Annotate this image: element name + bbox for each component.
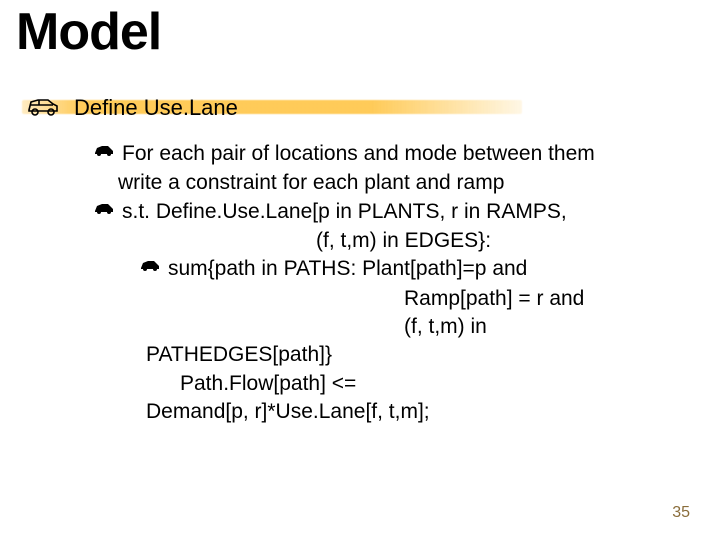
car-solid-icon: [94, 202, 114, 221]
body-text: (f, t,m) in EDGES}:: [94, 227, 694, 255]
body-text: PATHEDGES[path]}: [94, 341, 694, 369]
car-solid-icon: [140, 259, 160, 278]
body-text: (f, t,m) in: [94, 313, 694, 341]
page-number: 35: [672, 504, 690, 522]
car-solid-icon: [94, 144, 114, 163]
bullet-level-2-item-1: For each pair of locations and mode betw…: [94, 140, 694, 168]
body-text: Path.Flow[path] <=: [94, 370, 694, 398]
body-text: s.t. Define.Use.Lane[p in PLANTS, r in R…: [122, 198, 567, 226]
bullet-level-3-item-1: sum{path in PATHS: Plant[path]=p and: [94, 255, 694, 283]
bullet-level-1: Define Use.Lane: [26, 92, 238, 125]
bullet-level-2-item-2: s.t. Define.Use.Lane[p in PLANTS, r in R…: [94, 198, 694, 226]
bullet-level-1-text: Define Use.Lane: [74, 92, 238, 121]
car-outline-icon: [26, 94, 60, 125]
body-content: For each pair of locations and mode betw…: [94, 140, 694, 426]
body-text: Demand[p, r]*Use.Lane[f, t,m];: [94, 398, 694, 426]
body-text: write a constraint for each plant and ra…: [94, 169, 694, 197]
body-text: sum{path in PATHS: Plant[path]=p and: [168, 255, 527, 283]
body-text: Ramp[path] = r and: [94, 285, 694, 313]
slide: Model Define Use.Lane: [0, 0, 720, 540]
slide-title: Model: [16, 2, 161, 62]
body-text: For each pair of locations and mode betw…: [122, 140, 595, 168]
